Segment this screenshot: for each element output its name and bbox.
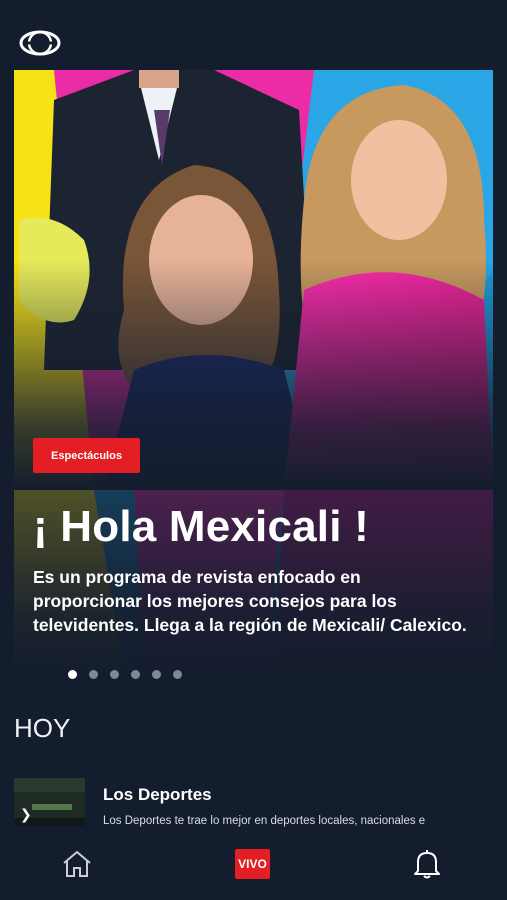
- list-item[interactable]: ❯ Los Deportes Los Deportes te trae lo m…: [14, 778, 507, 830]
- bell-icon[interactable]: [412, 848, 442, 880]
- top-bar: [0, 0, 507, 70]
- carousel-dot[interactable]: [68, 670, 77, 679]
- program-title: Los Deportes: [103, 785, 212, 804]
- carousel-dot[interactable]: [131, 670, 140, 679]
- televisa-logo-icon[interactable]: [19, 29, 61, 57]
- home-icon[interactable]: [62, 850, 92, 878]
- section-title-hoy: HOY: [14, 713, 71, 743]
- hero-title: ¡ Hola Mexicali !: [33, 502, 369, 551]
- bottom-nav: VIVO: [0, 830, 507, 900]
- category-badge[interactable]: Espectáculos: [33, 438, 140, 473]
- live-button[interactable]: VIVO: [235, 849, 270, 879]
- hero-image[interactable]: [14, 70, 493, 490]
- play-arrow-icon: ❯: [20, 806, 32, 822]
- program-thumbnail[interactable]: ❯: [14, 778, 85, 826]
- program-description: Los Deportes te trae lo mejor en deporte…: [103, 815, 426, 827]
- carousel-dot[interactable]: [152, 670, 161, 679]
- hero-description: Es un programa de revista enfocado en pr…: [33, 567, 467, 635]
- carousel-dot[interactable]: [173, 670, 182, 679]
- carousel-dot[interactable]: [89, 670, 98, 679]
- carousel-dot[interactable]: [110, 670, 119, 679]
- carousel-indicator[interactable]: [68, 670, 182, 679]
